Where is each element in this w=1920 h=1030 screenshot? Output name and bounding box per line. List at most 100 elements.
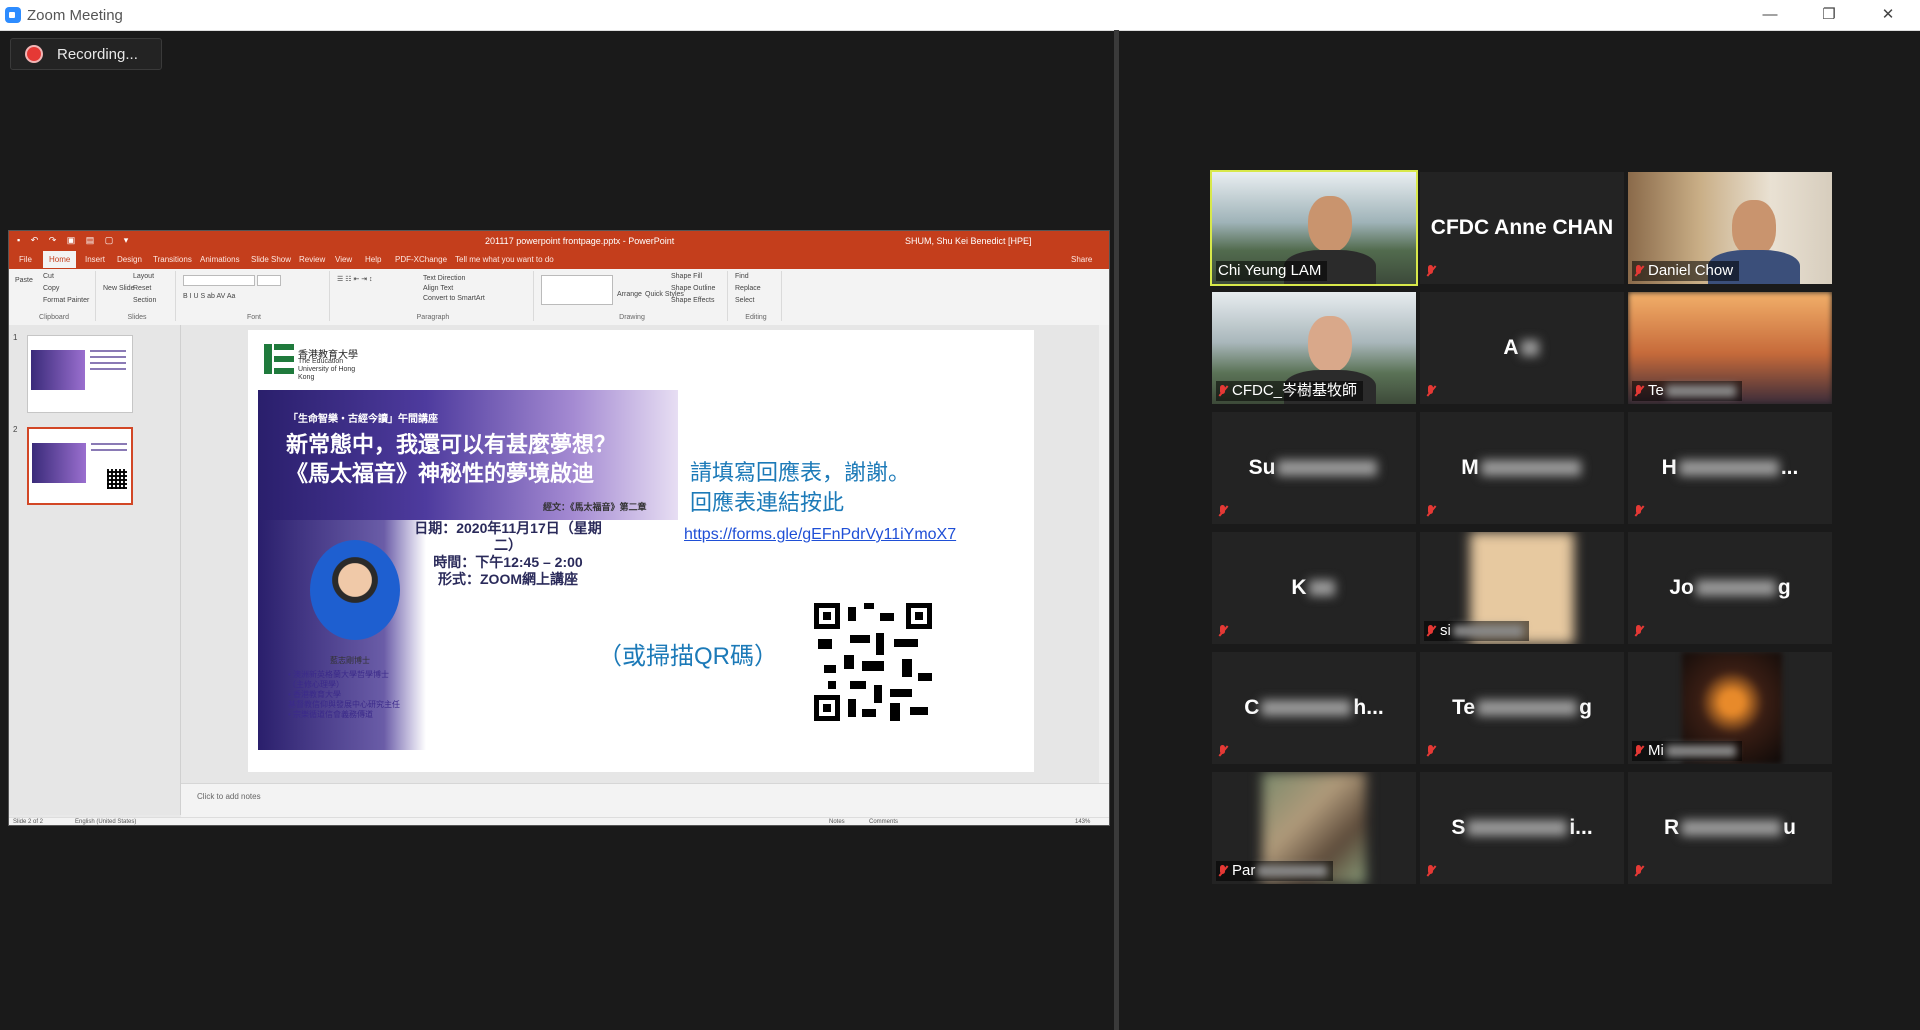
minimize-button[interactable]: — (1755, 4, 1785, 26)
tab-animations[interactable]: Animations (200, 255, 240, 264)
close-button[interactable]: ✕ (1873, 4, 1903, 26)
select-button[interactable]: Select (735, 297, 754, 304)
participant-name-label: Mi (1632, 741, 1742, 761)
slide-thumbnail-1[interactable] (27, 335, 133, 413)
shape-fill-button[interactable]: Shape Fill (671, 273, 702, 280)
participant-name: Chi Yeung LAM (1218, 262, 1322, 279)
qr-code[interactable] (814, 603, 932, 721)
thumbnail-qr (107, 469, 127, 489)
paste-button[interactable]: Paste (15, 277, 33, 284)
tab-pdf-xchange[interactable]: PDF-XChange (395, 255, 447, 264)
tab-design[interactable]: Design (117, 255, 142, 264)
status-zoom-level[interactable]: 143% (1075, 819, 1090, 825)
muted-mic-icon (1426, 865, 1436, 877)
participant-tile[interactable]: CFDC Anne CHAN (1420, 172, 1624, 284)
smartart-button[interactable]: Convert to SmartArt (423, 295, 485, 302)
notes-pane[interactable]: Click to add notes (181, 783, 1109, 820)
participant-tile[interactable]: K (1212, 532, 1416, 644)
tab-transitions[interactable]: Transitions (153, 255, 192, 264)
quick-access-toolbar[interactable]: ▪ ↶ ↷ ▣ ▤ ▢ ▾ (17, 235, 132, 246)
status-language[interactable]: English (United States) (75, 819, 136, 825)
shape-effects-button[interactable]: Shape Effects (671, 297, 714, 304)
participant-tile[interactable]: Daniel Chow (1628, 172, 1832, 284)
slide-number-2: 2 (13, 425, 18, 434)
tab-slide-show[interactable]: Slide Show (251, 255, 291, 264)
event-details: 日期：2020年11月17日（星期二） 時間：下午12:45 – 2:00 形式… (408, 520, 608, 588)
participant-tile[interactable]: Ch... (1212, 652, 1416, 764)
ppt-user-name[interactable]: SHUM, Shu Kei Benedict [HPE] (905, 236, 1032, 246)
font-format-buttons[interactable]: B I U S ab AV Aa (183, 293, 235, 300)
participant-tile[interactable]: Te (1628, 292, 1832, 404)
participant-tile[interactable]: M (1420, 412, 1624, 524)
participant-tile[interactable]: Par (1212, 772, 1416, 884)
blurred-name-redaction (1467, 820, 1568, 836)
ppt-document-title: 201117 powerpoint frontpage.pptx - Power… (485, 236, 675, 246)
font-name-box[interactable] (183, 275, 255, 286)
shape-outline-button[interactable]: Shape Outline (671, 285, 715, 292)
participant-name: S (1451, 816, 1466, 839)
arrange-button[interactable]: Arrange (617, 291, 642, 298)
share-button[interactable]: Share (1071, 255, 1092, 264)
thumbnail-text (90, 350, 126, 374)
feedback-form-link[interactable]: https://forms.gle/gEFnPdrVy11iYmoX7 (684, 526, 956, 544)
bio-item: 香港教育大學 (288, 690, 448, 700)
layout-button[interactable]: Layout (133, 273, 154, 280)
muted-mic-icon (1218, 505, 1228, 517)
participant-tile[interactable]: Su (1212, 412, 1416, 524)
participant-tile[interactable]: Si... (1420, 772, 1624, 884)
participant-name-label: Daniel Chow (1632, 261, 1740, 281)
tell-me-search[interactable]: Tell me what you want to do (455, 255, 554, 264)
font-size-box[interactable] (257, 275, 281, 286)
restore-button[interactable]: ❐ (1814, 4, 1844, 26)
participant-tile[interactable]: Chi Yeung LAM (1210, 170, 1418, 286)
participant-tile[interactable]: si (1420, 532, 1624, 644)
split-divider[interactable] (1114, 30, 1119, 1030)
find-button[interactable]: Find (735, 273, 749, 280)
status-comments-button[interactable]: Comments (869, 819, 898, 825)
bio-item: （主修心理學） (288, 680, 344, 689)
event-date: 日期：2020年11月17日（星期二） (414, 520, 602, 553)
qr-caption: （或掃描QR碼） (598, 643, 778, 670)
participant-tile[interactable]: Ru (1628, 772, 1832, 884)
blurred-name-redaction (1257, 865, 1328, 878)
tab-review[interactable]: Review (299, 255, 325, 264)
tab-view[interactable]: View (335, 255, 352, 264)
format-painter-button[interactable]: Format Painter (43, 297, 89, 304)
replace-button[interactable]: Replace (735, 285, 761, 292)
vertical-scrollbar[interactable] (1099, 325, 1109, 799)
slide-thumbnail-2[interactable] (27, 427, 133, 505)
window-titlebar: Zoom Meeting — ❐ ✕ (0, 0, 1920, 31)
group-label-clipboard: Clipboard (39, 314, 69, 321)
section-button[interactable]: Section (133, 297, 156, 304)
reset-button[interactable]: Reset (133, 285, 151, 292)
tab-file[interactable]: File (19, 255, 32, 264)
tab-help[interactable]: Help (365, 255, 381, 264)
tab-home[interactable]: Home (43, 251, 77, 268)
blurred-name-redaction (1477, 700, 1578, 716)
list-buttons[interactable]: ☰ ☷ ⇤ ⇥ ↕ (337, 275, 373, 283)
status-notes-button[interactable]: Notes (829, 819, 845, 825)
participant-tile[interactable]: H... (1628, 412, 1832, 524)
shapes-gallery[interactable] (541, 275, 613, 305)
cut-button[interactable]: Cut (43, 273, 54, 280)
participant-tile[interactable]: Jo g (1628, 532, 1832, 644)
tab-insert[interactable]: Insert (85, 255, 105, 264)
copy-button[interactable]: Copy (43, 285, 59, 292)
participant-tile[interactable]: Mi (1628, 652, 1832, 764)
participant-name-tail: g (1777, 576, 1791, 599)
muted-mic-icon (1218, 865, 1228, 877)
group-label-font: Font (246, 314, 261, 321)
participant-tile[interactable]: CFDC_岑樹基牧師 (1212, 292, 1416, 404)
align-text-button[interactable]: Align Text (423, 285, 453, 292)
text-direction-button[interactable]: Text Direction (423, 275, 465, 282)
new-slide-button[interactable]: New Slide (103, 285, 135, 292)
participant-tile[interactable]: Te g (1420, 652, 1624, 764)
participant-name: K (1291, 576, 1307, 599)
muted-mic-icon (1426, 745, 1436, 757)
blurred-name-redaction (1480, 460, 1581, 476)
recording-indicator[interactable]: Recording... (10, 38, 162, 70)
notes-placeholder: Click to add notes (197, 792, 261, 801)
muted-mic-icon (1634, 625, 1644, 637)
ppt-status-bar: Slide 2 of 2 English (United States) Not… (9, 817, 1109, 825)
participant-tile[interactable]: A (1420, 292, 1624, 404)
